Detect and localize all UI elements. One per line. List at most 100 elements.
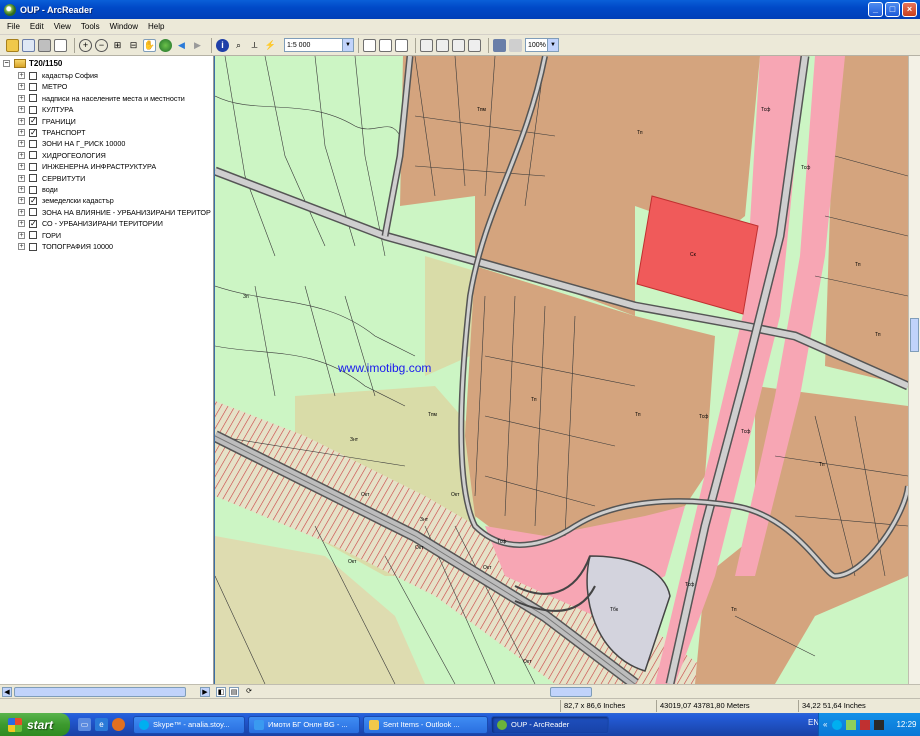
- network-tray-icon[interactable]: [846, 719, 857, 730]
- back-arrow-icon[interactable]: ◀: [175, 39, 188, 52]
- security-tray-icon[interactable]: [860, 719, 871, 730]
- page-icon[interactable]: [54, 38, 67, 52]
- expand-icon[interactable]: +: [18, 208, 25, 216]
- layer-visibility-checkbox[interactable]: ✓: [29, 196, 37, 205]
- expand-icon[interactable]: +: [18, 129, 25, 136]
- expand-icon[interactable]: +: [18, 83, 25, 91]
- layer-visibility-checkbox[interactable]: [29, 151, 37, 160]
- minimize-button[interactable]: _: [868, 2, 883, 17]
- expand-icon[interactable]: +: [18, 117, 25, 125]
- map-view[interactable]: Тпм Тп Тсф Тсф Ск Тп Тп Тп Тп Тпм Тсф Тс…: [215, 56, 908, 684]
- layer-visibility-checkbox[interactable]: ✓: [29, 117, 37, 126]
- layer-visibility-checkbox[interactable]: [29, 174, 37, 183]
- show-desktop-icon[interactable]: ▭: [78, 718, 91, 731]
- toc-layer-item[interactable]: + ИНЖЕНЕРНА ИНФРАСТРУКТУРА: [18, 161, 156, 172]
- fixed-zoom-layout-out-icon[interactable]: [468, 38, 481, 52]
- layer-visibility-checkbox[interactable]: [29, 242, 37, 251]
- expand-icon[interactable]: +: [18, 197, 25, 205]
- map-vertical-scrollbar[interactable]: [908, 56, 920, 684]
- toc-layer-item[interactable]: + ✓ СО - УРБАНИЗИРАНИ ТЕРИТОРИИ: [18, 218, 163, 229]
- toc-layer-item[interactable]: + КУЛТУРА: [18, 104, 73, 115]
- start-button[interactable]: start: [0, 713, 70, 736]
- scroll-thumb[interactable]: [14, 687, 186, 697]
- toc-layer-item[interactable]: + СЕРВИТУТИ: [18, 173, 85, 184]
- taskbar-task-skype[interactable]: Skype™ - analia.stoy...: [133, 715, 245, 734]
- taskbar-task-outlook[interactable]: Sent Items - Outlook ...: [363, 715, 488, 734]
- toc-layer-item[interactable]: + ✓ ГРАНИЦИ: [18, 116, 76, 127]
- fixed-zoom-layout-in-icon[interactable]: [452, 38, 465, 52]
- zoom-100-icon[interactable]: [436, 38, 449, 52]
- ie-icon[interactable]: e: [95, 718, 108, 731]
- toc-layer-item[interactable]: + ЗОНА НА ВЛИЯНИЕ - УРБАНИЗИРАНИ ТЕРИТОР: [18, 207, 211, 218]
- pan-hand-icon[interactable]: ✋: [143, 38, 156, 52]
- expand-icon[interactable]: +: [18, 186, 25, 193]
- skype-tray-icon[interactable]: [832, 719, 843, 730]
- expand-icon[interactable]: +: [18, 72, 25, 79]
- menu-tools[interactable]: Tools: [76, 22, 105, 31]
- chevron-down-icon[interactable]: ▼: [547, 39, 558, 51]
- toc-layer-item[interactable]: + кадастър София: [18, 70, 98, 81]
- toc-layer-item[interactable]: + ЗОНИ НА Г_РИСК 10000: [18, 138, 125, 149]
- layout-zoom-out-icon[interactable]: [379, 38, 392, 52]
- full-extent-globe-icon[interactable]: [159, 38, 172, 52]
- layer-visibility-checkbox[interactable]: ✓: [29, 128, 37, 137]
- layer-visibility-checkbox[interactable]: [29, 208, 37, 217]
- expand-icon[interactable]: +: [18, 163, 25, 171]
- taskbar-task-imoti[interactable]: Имоти БГ Онлн BG - ...: [248, 715, 360, 734]
- measure-icon[interactable]: ⟂: [248, 39, 261, 52]
- hyperlink-icon[interactable]: ⚡: [264, 39, 277, 52]
- menu-file[interactable]: File: [2, 22, 25, 31]
- map-scale-combo[interactable]: 1:5 000 ▼: [284, 38, 354, 52]
- expand-icon[interactable]: +: [18, 94, 25, 102]
- layer-visibility-checkbox[interactable]: [29, 71, 37, 80]
- collapse-icon[interactable]: −: [3, 60, 10, 67]
- find-binoculars-icon[interactable]: ⌕: [232, 39, 245, 52]
- scroll-right-arrow-icon[interactable]: ▶: [200, 687, 210, 697]
- layer-visibility-checkbox[interactable]: [29, 94, 37, 103]
- scroll-thumb[interactable]: [550, 687, 592, 697]
- fixed-zoom-in-icon[interactable]: ⊞: [111, 39, 124, 52]
- toggle-draft-mode-icon[interactable]: [493, 38, 506, 52]
- layer-visibility-checkbox[interactable]: [29, 105, 37, 114]
- firefox-icon[interactable]: [112, 718, 125, 731]
- taskbar-task-arcreader[interactable]: OUP - ArcReader: [491, 715, 609, 734]
- layout-zoom-in-icon[interactable]: [363, 38, 376, 52]
- expand-icon[interactable]: +: [18, 174, 25, 182]
- zoom-out-icon[interactable]: −: [95, 38, 108, 52]
- toc-root-data-frame[interactable]: − T20/1150: [3, 59, 62, 68]
- refresh-icon[interactable]: ⟳: [244, 687, 254, 697]
- layer-visibility-checkbox[interactable]: [29, 162, 37, 171]
- toc-horizontal-scrollbar[interactable]: ◀ ▶: [0, 684, 214, 698]
- open-map-icon[interactable]: [22, 38, 35, 52]
- toc-layer-item[interactable]: + ✓ земеделски кадастър: [18, 195, 114, 206]
- expand-icon[interactable]: +: [18, 106, 25, 114]
- toc-layer-item[interactable]: + ✓ ТРАНСПОРТ: [18, 127, 86, 138]
- expand-icon[interactable]: +: [18, 220, 25, 228]
- maximize-button[interactable]: □: [885, 2, 900, 17]
- layer-visibility-checkbox[interactable]: [29, 139, 37, 148]
- chevron-down-icon[interactable]: ▼: [342, 39, 353, 51]
- layer-visibility-checkbox[interactable]: [29, 185, 37, 194]
- display-tab-icon[interactable]: ◧: [216, 687, 226, 697]
- close-button[interactable]: ×: [902, 2, 917, 17]
- expand-icon[interactable]: +: [18, 140, 25, 148]
- toc-layer-item[interactable]: + МЕТРО: [18, 81, 67, 92]
- layout-pan-icon[interactable]: [395, 38, 408, 52]
- layer-visibility-checkbox[interactable]: [29, 231, 37, 240]
- identify-info-icon[interactable]: i: [216, 38, 229, 52]
- expand-icon[interactable]: +: [18, 243, 25, 250]
- map-horizontal-scrollbar[interactable]: [264, 684, 920, 698]
- print-icon[interactable]: [38, 38, 51, 52]
- menu-view[interactable]: View: [49, 22, 76, 31]
- scroll-left-arrow-icon[interactable]: ◀: [2, 687, 12, 697]
- menu-help[interactable]: Help: [143, 22, 169, 31]
- focus-data-frame-icon[interactable]: [509, 38, 522, 52]
- zoom-in-icon[interactable]: +: [79, 38, 92, 52]
- layer-visibility-checkbox[interactable]: [29, 82, 37, 91]
- toc-layer-item[interactable]: + ТОПОГРАФИЯ 10000: [18, 241, 113, 252]
- forward-arrow-icon[interactable]: ▶: [191, 39, 204, 52]
- open-folder-icon[interactable]: [6, 38, 19, 52]
- zoom-percent-combo[interactable]: 100% ▼: [525, 38, 559, 52]
- menu-edit[interactable]: Edit: [25, 22, 49, 31]
- toc-layer-item[interactable]: + ХИДРОГЕОЛОГИЯ: [18, 150, 106, 161]
